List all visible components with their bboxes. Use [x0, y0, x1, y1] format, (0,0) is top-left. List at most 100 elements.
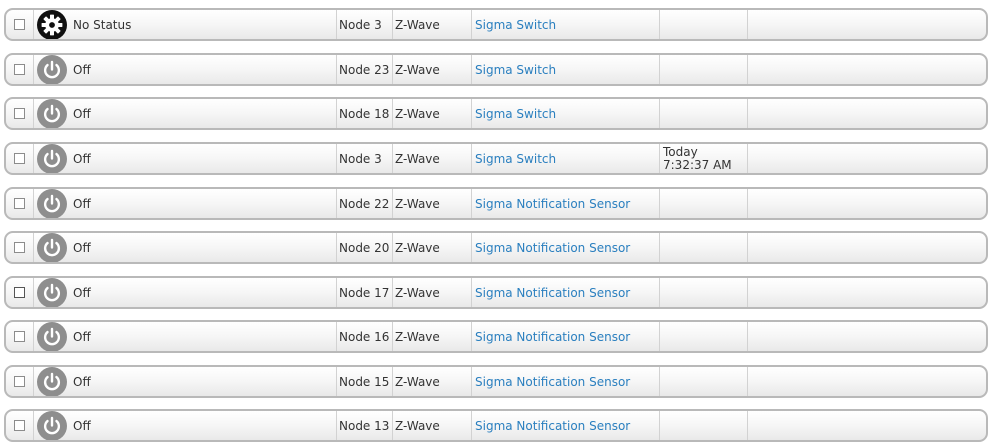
type-cell: Z-Wave: [393, 144, 472, 173]
time-cell: [660, 10, 748, 39]
device-cell: Sigma Notification Sensor: [472, 189, 660, 218]
status-label: Off: [73, 62, 91, 77]
node-cell: Node 15: [337, 367, 393, 396]
power-icon: [43, 60, 61, 78]
power-icon: [43, 372, 61, 390]
device-name-link[interactable]: Sigma Switch: [475, 18, 556, 32]
device-cell: Sigma Switch: [472, 10, 660, 39]
select-cell: [6, 411, 34, 440]
device-row[interactable]: Off Node 20 Z-Wave Sigma Notification Se…: [4, 231, 988, 264]
status-icon[interactable]: [37, 99, 67, 128]
device-cell: Sigma Switch: [472, 55, 660, 84]
device-name-link[interactable]: Sigma Notification Sensor: [475, 197, 630, 211]
extra-cell: [748, 99, 986, 128]
status-icon[interactable]: [37, 278, 67, 307]
power-icon: [43, 283, 61, 301]
select-checkbox[interactable]: [14, 420, 25, 431]
select-checkbox[interactable]: [14, 64, 25, 75]
type-cell: Z-Wave: [393, 411, 472, 440]
node-id: Node 18: [339, 106, 390, 121]
device-name-link[interactable]: Sigma Notification Sensor: [475, 241, 630, 255]
type-cell: Z-Wave: [393, 233, 472, 262]
device-name-link[interactable]: Sigma Switch: [475, 63, 556, 77]
node-id: Node 23: [339, 62, 390, 77]
extra-cell: [748, 233, 986, 262]
time-cell: [660, 278, 748, 307]
device-protocol: Z-Wave: [395, 196, 440, 211]
device-row[interactable]: Off Node 18 Z-Wave Sigma Switch: [4, 97, 988, 130]
status-cell: Off: [34, 99, 337, 128]
select-checkbox[interactable]: [14, 19, 25, 30]
node-cell: Node 23: [337, 55, 393, 84]
status-icon[interactable]: [37, 367, 67, 396]
device-row[interactable]: Off Node 15 Z-Wave Sigma Notification Se…: [4, 365, 988, 398]
device-name-link[interactable]: Sigma Notification Sensor: [475, 419, 630, 433]
select-checkbox[interactable]: [14, 376, 25, 387]
device-name-link[interactable]: Sigma Notification Sensor: [475, 330, 630, 344]
select-cell: [6, 55, 34, 84]
select-checkbox[interactable]: [14, 331, 25, 342]
device-row[interactable]: No Status Node 3 Z-Wave Sigma Switch: [4, 8, 988, 41]
select-cell: [6, 10, 34, 39]
device-row[interactable]: Off Node 3 Z-Wave Sigma Switch Today 7:3…: [4, 142, 988, 175]
status-cell: Off: [34, 411, 337, 440]
device-cell: Sigma Switch: [472, 99, 660, 128]
select-cell: [6, 189, 34, 218]
device-name-link[interactable]: Sigma Notification Sensor: [475, 286, 630, 300]
status-icon[interactable]: [37, 233, 67, 262]
device-cell: Sigma Notification Sensor: [472, 367, 660, 396]
select-cell: [6, 278, 34, 307]
status-cell: Off: [34, 55, 337, 84]
select-cell: [6, 144, 34, 173]
status-icon[interactable]: [37, 55, 67, 84]
status-label: Off: [73, 196, 91, 211]
status-cell: Off: [34, 144, 337, 173]
status-icon[interactable]: [37, 189, 67, 218]
status-icon[interactable]: [37, 10, 67, 39]
status-cell: Off: [34, 189, 337, 218]
extra-cell: [748, 55, 986, 84]
status-label: Off: [73, 151, 91, 166]
device-name-link[interactable]: Sigma Switch: [475, 107, 556, 121]
device-name-link[interactable]: Sigma Switch: [475, 152, 556, 166]
device-cell: Sigma Notification Sensor: [472, 411, 660, 440]
node-id: Node 17: [339, 285, 390, 300]
node-id: Node 13: [339, 418, 390, 433]
device-row[interactable]: Off Node 23 Z-Wave Sigma Switch: [4, 53, 988, 86]
time-cell: [660, 411, 748, 440]
select-cell: [6, 367, 34, 396]
power-icon: [43, 104, 61, 122]
select-checkbox[interactable]: [14, 198, 25, 209]
gear-icon: [41, 14, 63, 35]
select-checkbox[interactable]: [14, 242, 25, 253]
device-row[interactable]: Off Node 16 Z-Wave Sigma Notification Se…: [4, 320, 988, 353]
device-protocol: Z-Wave: [395, 329, 440, 344]
node-id: Node 16: [339, 329, 390, 344]
node-cell: Node 13: [337, 411, 393, 440]
status-icon[interactable]: [37, 144, 67, 173]
type-cell: Z-Wave: [393, 367, 472, 396]
device-protocol: Z-Wave: [395, 106, 440, 121]
device-row[interactable]: Off Node 17 Z-Wave Sigma Notification Se…: [4, 276, 988, 309]
status-icon[interactable]: [37, 411, 67, 440]
node-cell: Node 16: [337, 322, 393, 351]
device-protocol: Z-Wave: [395, 240, 440, 255]
select-checkbox[interactable]: [14, 108, 25, 119]
node-id: Node 22: [339, 196, 390, 211]
device-protocol: Z-Wave: [395, 418, 440, 433]
device-row[interactable]: Off Node 13 Z-Wave Sigma Notification Se…: [4, 409, 988, 442]
time-cell: [660, 55, 748, 84]
type-cell: Z-Wave: [393, 10, 472, 39]
device-name-link[interactable]: Sigma Notification Sensor: [475, 375, 630, 389]
status-icon[interactable]: [37, 322, 67, 351]
type-cell: Z-Wave: [393, 99, 472, 128]
power-icon: [43, 238, 61, 256]
device-row[interactable]: Off Node 22 Z-Wave Sigma Notification Se…: [4, 187, 988, 220]
extra-cell: [748, 367, 986, 396]
time-cell: Today 7:32:37 AM: [660, 144, 748, 173]
select-checkbox[interactable]: [14, 287, 25, 298]
node-cell: Node 3: [337, 144, 393, 173]
status-label: Off: [73, 418, 91, 433]
select-checkbox[interactable]: [14, 153, 25, 164]
node-id: Node 20: [339, 240, 390, 255]
